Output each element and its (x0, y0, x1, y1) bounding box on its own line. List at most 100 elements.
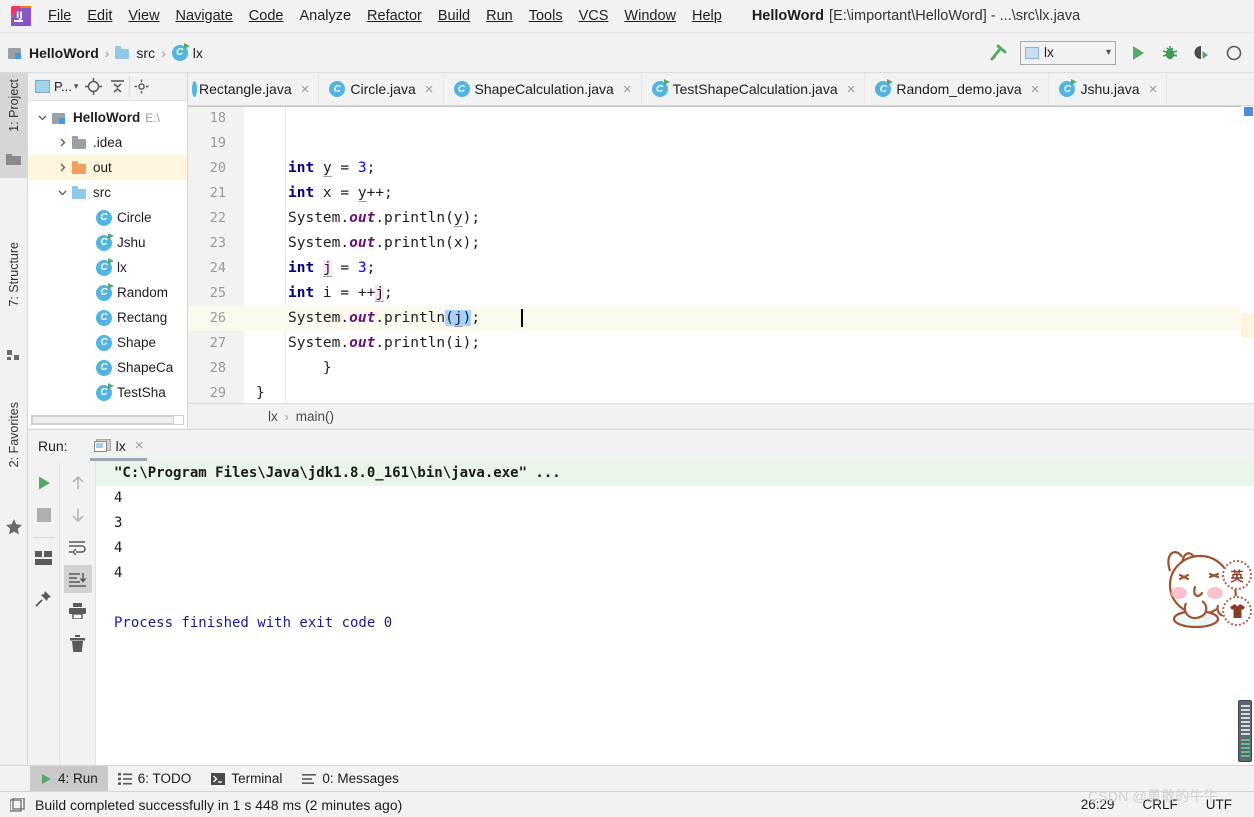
run-button[interactable] (1125, 40, 1151, 66)
java-class-icon (192, 81, 197, 97)
run-tool-window-title: Run: (38, 437, 68, 454)
soft-wrap-icon[interactable] (64, 533, 92, 561)
layout-settings-button[interactable] (30, 544, 58, 572)
project-tree-horizontal-scrollbar[interactable] (31, 415, 187, 426)
close-icon[interactable]: × (301, 82, 310, 97)
java-class-runnable-icon: C (96, 382, 114, 401)
run-tab-lx[interactable]: lx × (89, 431, 148, 461)
menu-edit[interactable]: Edit (79, 5, 120, 27)
tree-row-testshapecalculation[interactable]: C TestSha (28, 380, 187, 405)
pin-icon[interactable] (30, 584, 58, 612)
tree-row-shapecalculation[interactable]: C ShapeCa (28, 355, 187, 380)
editor-line-19[interactable]: 19 (188, 131, 1254, 156)
menu-vcs[interactable]: VCS (571, 5, 617, 27)
tree-row-jshu[interactable]: C Jshu (28, 230, 187, 255)
menu-navigate[interactable]: Navigate (168, 5, 241, 27)
bottom-button-terminal[interactable]: Terminal (201, 766, 292, 792)
strip-button-project[interactable]: 1: Project (0, 73, 28, 178)
chevron-down-icon[interactable] (32, 113, 52, 122)
rerun-button[interactable] (30, 469, 58, 497)
menu-run[interactable]: Run (478, 5, 521, 27)
editor-line-20[interactable]: 20 int y = 3; (188, 156, 1254, 181)
editor-tab-random-demo[interactable]: C Random_demo.java × (865, 73, 1050, 105)
chevron-right-icon[interactable] (52, 138, 72, 147)
editor-line-26[interactable]: 26 System.out.println(j); (188, 306, 1254, 331)
project-view-selector[interactable]: P... ▾ (32, 76, 81, 98)
menu-refactor[interactable]: Refactor (359, 5, 430, 27)
console-output[interactable]: "C:\Program Files\Java\jdk1.8.0_161\bin\… (96, 461, 1254, 765)
menu-help[interactable]: Help (684, 5, 730, 27)
editor-tab-rectangle[interactable]: Rectangle.java × (188, 73, 320, 105)
code-editor[interactable]: 18 19 20 int y = 3; 21 int x = y++; 22 S… (188, 106, 1254, 403)
collapse-all-button[interactable] (105, 76, 129, 98)
attach-profiler-button[interactable] (1221, 40, 1247, 66)
editor-line-22[interactable]: 22 System.out.println(y); (188, 206, 1254, 231)
strip-button-structure[interactable]: 7: Structure (0, 238, 28, 398)
project-tree[interactable]: HelloWord E:\ .idea out src C Circle C J (28, 101, 187, 428)
editor-tab-testshapecalculation[interactable]: C TestShapeCalculation.java × (641, 73, 866, 105)
editor-tab-jshu[interactable]: C Jshu.java × (1049, 73, 1168, 105)
tree-row-random[interactable]: C Random (28, 280, 187, 305)
editor-tab-shapecalculation[interactable]: C ShapeCalculation.java × (443, 73, 642, 105)
gear-icon[interactable] (129, 75, 153, 98)
editor-tab-circle[interactable]: C Circle.java × (319, 73, 444, 105)
run-configuration-selector[interactable]: lx ▾ (1020, 40, 1116, 65)
tree-row-rectangle[interactable]: C Rectang (28, 305, 187, 330)
close-icon[interactable]: × (1149, 82, 1158, 97)
breadcrumb-method[interactable]: main() (296, 409, 334, 424)
tree-row-circle[interactable]: C Circle (28, 205, 187, 230)
bottom-button-run[interactable]: 4: Run (30, 765, 108, 792)
event-log-icon[interactable] (10, 797, 25, 812)
ime-skin-badge[interactable] (1222, 596, 1252, 626)
tree-row-idea[interactable]: .idea (28, 130, 187, 155)
editor-line-18[interactable]: 18 (188, 106, 1254, 131)
arrow-down-icon[interactable] (64, 501, 92, 529)
scrollbar-thumb[interactable] (32, 416, 174, 424)
arrow-up-icon[interactable] (64, 469, 92, 497)
chevron-right-icon[interactable] (52, 163, 72, 172)
close-icon[interactable]: × (623, 82, 632, 97)
editor-line-28[interactable]: 28 } (188, 356, 1254, 381)
left-tool-window-strip: 1: Project 7: Structure 2: Favorites (0, 73, 28, 773)
menu-tools[interactable]: Tools (521, 5, 571, 27)
tree-row-helloword[interactable]: HelloWord E:\ (28, 105, 187, 130)
strip-button-favorites[interactable]: 2: Favorites (0, 398, 28, 568)
run-with-coverage-button[interactable] (1189, 40, 1215, 66)
close-icon[interactable]: × (847, 82, 856, 97)
breadcrumb-class[interactable]: lx (268, 409, 278, 424)
close-icon[interactable]: × (135, 437, 144, 454)
close-icon[interactable]: × (1031, 82, 1040, 97)
build-hammer-icon[interactable] (985, 40, 1011, 66)
tree-row-lx[interactable]: C lx (28, 255, 187, 280)
close-icon[interactable]: × (425, 82, 434, 97)
menu-code[interactable]: Code (241, 5, 292, 27)
chevron-down-icon[interactable] (52, 188, 72, 197)
bottom-button-todo[interactable]: 6: TODO (108, 766, 202, 792)
editor-line-25[interactable]: 25 int i = ++j; (188, 281, 1254, 306)
bottom-button-messages[interactable]: 0: Messages (292, 766, 409, 792)
scroll-to-end-icon[interactable] (63, 565, 92, 593)
editor-line-27[interactable]: 27 System.out.println(i); (188, 331, 1254, 356)
editor-line-21[interactable]: 21 int x = y++; (188, 181, 1254, 206)
menu-analyze[interactable]: Analyze (291, 5, 359, 27)
navbar-crumb-src[interactable]: src (115, 45, 155, 61)
tree-row-out[interactable]: out (28, 155, 187, 180)
menu-build[interactable]: Build (430, 5, 478, 27)
navbar-crumb-project[interactable]: HelloWord (8, 45, 99, 61)
stop-button[interactable] (30, 501, 58, 529)
trash-icon[interactable] (64, 629, 92, 657)
scroll-from-source-button[interactable] (81, 76, 105, 98)
navbar-crumb-class[interactable]: C lx (171, 42, 203, 61)
editor-line-23[interactable]: 23 System.out.println(x); (188, 231, 1254, 256)
menu-window[interactable]: Window (616, 5, 684, 27)
editor-line-29[interactable]: 29 } (188, 381, 1254, 403)
tree-row-src[interactable]: src (28, 180, 187, 205)
editor-line-24[interactable]: 24 int j = 3; (188, 256, 1254, 281)
tree-row-shape[interactable]: C Shape (28, 330, 187, 355)
menu-file[interactable]: File (40, 5, 79, 27)
ime-mode-badge[interactable]: 英 (1222, 560, 1252, 590)
debug-button[interactable] (1157, 40, 1183, 66)
printer-icon[interactable] (64, 597, 92, 625)
editor-vertical-scrollbar[interactable] (1241, 106, 1254, 403)
menu-view[interactable]: View (120, 5, 167, 27)
